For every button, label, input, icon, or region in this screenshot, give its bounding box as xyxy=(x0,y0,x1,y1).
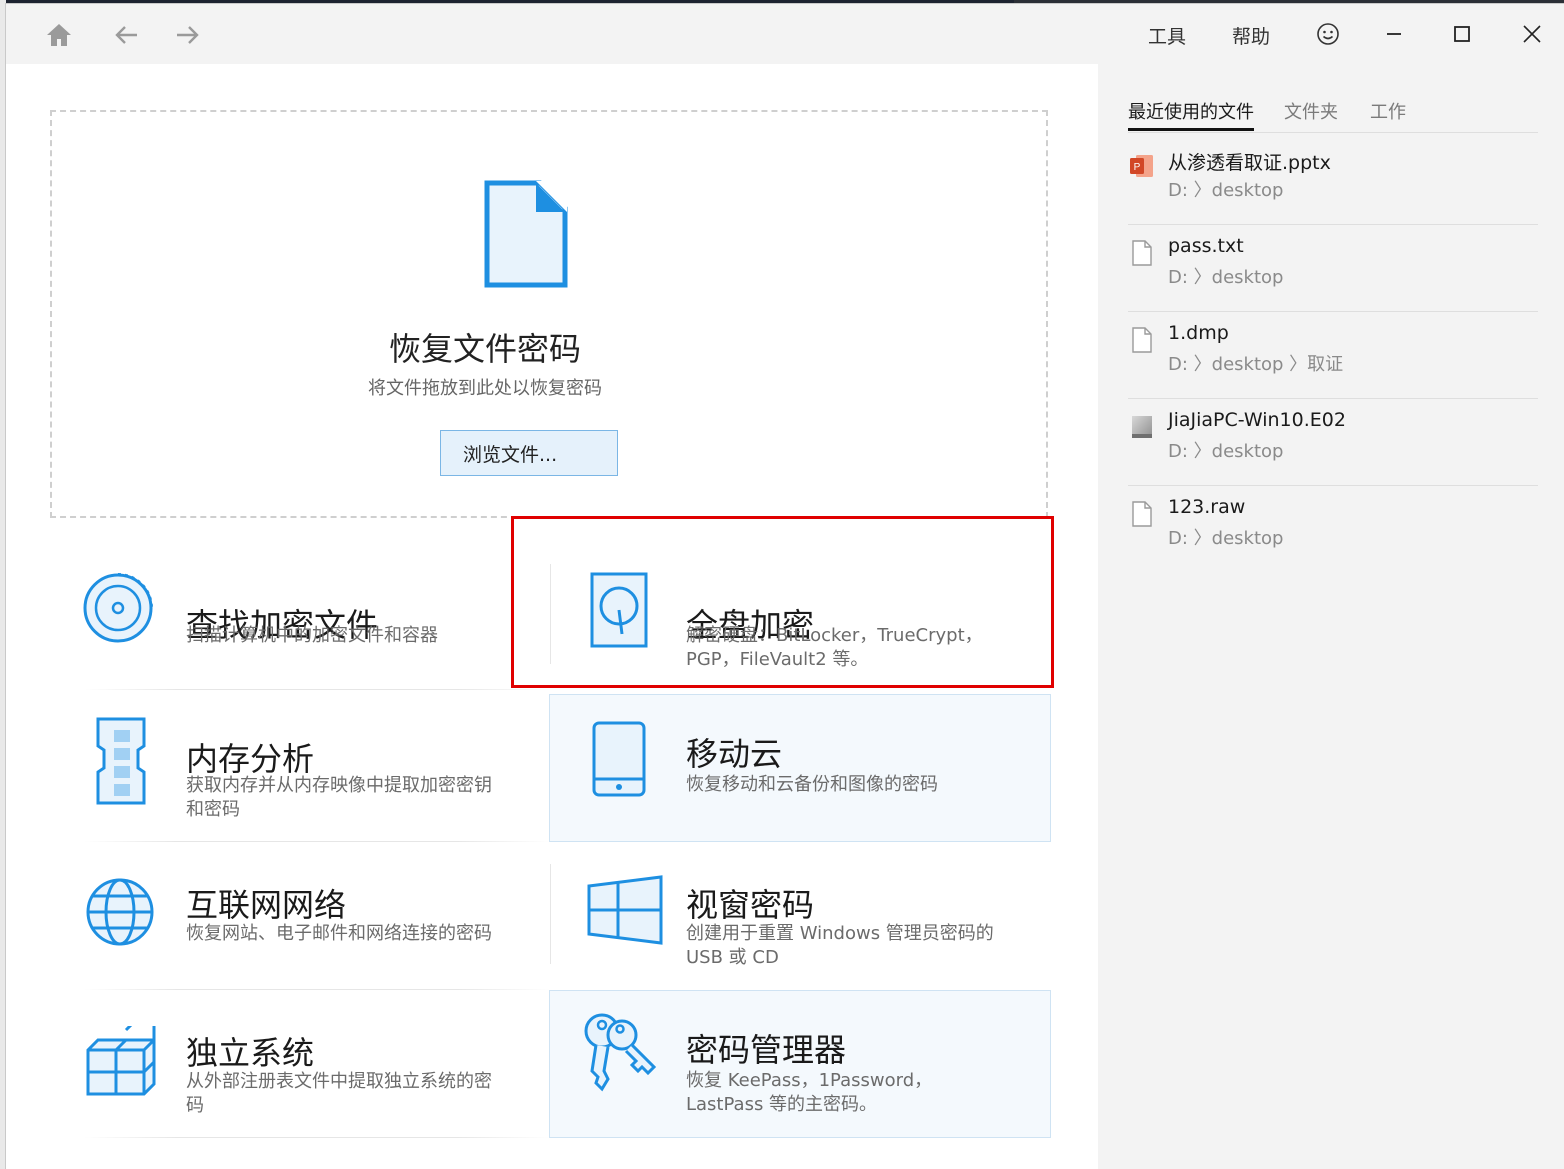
tile-standalone-system[interactable]: 独立系统 从外部注册表文件中提取独立系统的密码 xyxy=(50,990,550,1138)
tile-title: 移动云 xyxy=(686,735,783,773)
menu-tools[interactable]: 工具 xyxy=(1148,22,1186,49)
document-icon xyxy=(484,180,568,288)
file-icon xyxy=(1132,327,1152,353)
mobile-phone-icon xyxy=(592,721,646,797)
feedback-button[interactable] xyxy=(1308,16,1348,52)
cubes-icon xyxy=(86,1026,156,1096)
tab-jobs[interactable]: 工作 xyxy=(1370,98,1406,124)
tile-description: 从外部注册表文件中提取独立系统的密码 xyxy=(186,1071,492,1116)
maximize-icon xyxy=(1454,26,1470,42)
forward-button[interactable] xyxy=(170,18,204,52)
tile-description: 恢复网站、电子邮件和网络连接的密码 xyxy=(186,923,492,944)
file-path: D: 〉desktop xyxy=(1168,441,1284,462)
smiley-icon xyxy=(1317,23,1339,45)
file-path: D: 〉desktop xyxy=(1168,180,1284,201)
tile-description: 解密硬盘：BitLocker，TrueCrypt，PGP，FileVault2 … xyxy=(686,625,983,670)
windows-logo-icon xyxy=(587,875,663,945)
tile-description: 扫描计算机中的加密文件和容器 xyxy=(186,625,438,646)
maximize-button[interactable] xyxy=(1442,16,1482,52)
globe-icon xyxy=(86,878,154,946)
tile-title: 密码管理器 xyxy=(686,1031,847,1069)
tile-password-manager[interactable]: 密码管理器 恢复 KeePass，1Password，LastPass 等的主密… xyxy=(549,990,1051,1138)
file-drop-zone[interactable]: 恢复文件密码 将文件拖放到此处以恢复密码 浏览文件... xyxy=(50,110,1048,518)
forward-arrow-icon xyxy=(177,26,199,44)
recent-file-item[interactable]: 1.dmp D: 〉desktop 〉取证 xyxy=(1128,312,1538,399)
pptx-icon: P xyxy=(1130,155,1153,177)
svg-text:P: P xyxy=(1134,162,1141,173)
tile-mobile-cloud[interactable]: 移动云 恢复移动和云备份和图像的密码 xyxy=(549,694,1051,842)
file-path: D: 〉desktop xyxy=(1168,528,1284,549)
tile-internet-network[interactable]: 互联网网络 恢复网站、电子邮件和网络连接的密码 xyxy=(50,842,550,990)
hard-disk-icon xyxy=(590,572,648,648)
file-name: 从渗透看取证.pptx xyxy=(1168,152,1331,174)
minimize-icon xyxy=(1387,33,1401,35)
tile-windows-password[interactable]: 视窗密码 创建用于重置 Windows 管理员密码的 USB 或 CD xyxy=(550,842,1050,990)
tile-full-disk-encryption[interactable]: 全盘加密 解密硬盘：BitLocker，TrueCrypt，PGP，FileVa… xyxy=(550,542,1050,690)
recent-files-panel: 最近使用的文件 文件夹 工作 P 从渗透看取证.pptx D: 〉desktop… xyxy=(1098,64,1564,1169)
tab-folders[interactable]: 文件夹 xyxy=(1284,98,1338,124)
file-path: D: 〉desktop xyxy=(1168,267,1284,288)
tile-title: 互联网网络 xyxy=(186,886,347,924)
keys-icon xyxy=(584,1013,657,1092)
menu-help[interactable]: 帮助 xyxy=(1232,22,1270,49)
tile-find-encrypted-files[interactable]: 查找加密文件 扫描计算机中的加密文件和容器 xyxy=(50,542,550,690)
file-name: JiaJiaPC-Win10.E02 xyxy=(1168,409,1346,431)
recent-file-item[interactable]: 123.raw D: 〉desktop xyxy=(1128,486,1538,573)
file-icon xyxy=(1132,240,1152,266)
close-button[interactable] xyxy=(1512,16,1552,52)
tile-description: 获取内存并从内存映像中提取加密密钥和密码 xyxy=(186,775,492,820)
minimize-button[interactable] xyxy=(1374,16,1414,52)
app-window: 工具 帮助 恢复文件密码 将文件拖放到此处以恢复密码 浏览文件... 查找加密文… xyxy=(6,4,1564,1169)
home-icon xyxy=(47,24,71,46)
recent-file-item[interactable]: pass.txt D: 〉desktop xyxy=(1128,225,1538,312)
browse-files-button[interactable]: 浏览文件... xyxy=(440,430,618,476)
tile-title: 视窗密码 xyxy=(686,886,815,924)
file-path: D: 〉desktop 〉取证 xyxy=(1168,354,1344,375)
memory-chip-icon xyxy=(96,717,146,805)
file-name: 1.dmp xyxy=(1168,322,1229,344)
tile-description: 恢复 KeePass，1Password，LastPass 等的主密码。 xyxy=(686,1070,933,1115)
tab-recent-files[interactable]: 最近使用的文件 xyxy=(1128,98,1254,131)
tile-description: 创建用于重置 Windows 管理员密码的 USB 或 CD xyxy=(686,923,994,968)
drop-zone-title: 恢复文件密码 xyxy=(388,330,581,368)
file-name: pass.txt xyxy=(1168,235,1244,257)
recent-file-item[interactable]: P 从渗透看取证.pptx D: 〉desktop xyxy=(1128,138,1538,225)
disk-image-icon xyxy=(1132,416,1152,438)
home-button[interactable] xyxy=(42,18,76,52)
tile-title: 独立系统 xyxy=(186,1034,315,1072)
tile-description: 恢复移动和云备份和图像的密码 xyxy=(686,774,938,795)
drop-zone-subtitle: 将文件拖放到此处以恢复密码 xyxy=(368,378,602,399)
back-button[interactable] xyxy=(110,18,144,52)
recent-file-item[interactable]: JiaJiaPC-Win10.E02 D: 〉desktop xyxy=(1128,399,1538,486)
title-bar: 工具 帮助 xyxy=(6,4,1564,64)
file-icon xyxy=(1132,501,1152,527)
file-name: 123.raw xyxy=(1168,496,1246,518)
close-icon xyxy=(1523,25,1541,43)
tile-memory-analysis[interactable]: 内存分析 获取内存并从内存映像中提取加密密钥和密码 xyxy=(50,694,550,842)
panel-tabs: 最近使用的文件 文件夹 工作 xyxy=(1128,98,1538,133)
back-arrow-icon xyxy=(115,26,137,44)
disc-scan-icon xyxy=(83,573,153,643)
